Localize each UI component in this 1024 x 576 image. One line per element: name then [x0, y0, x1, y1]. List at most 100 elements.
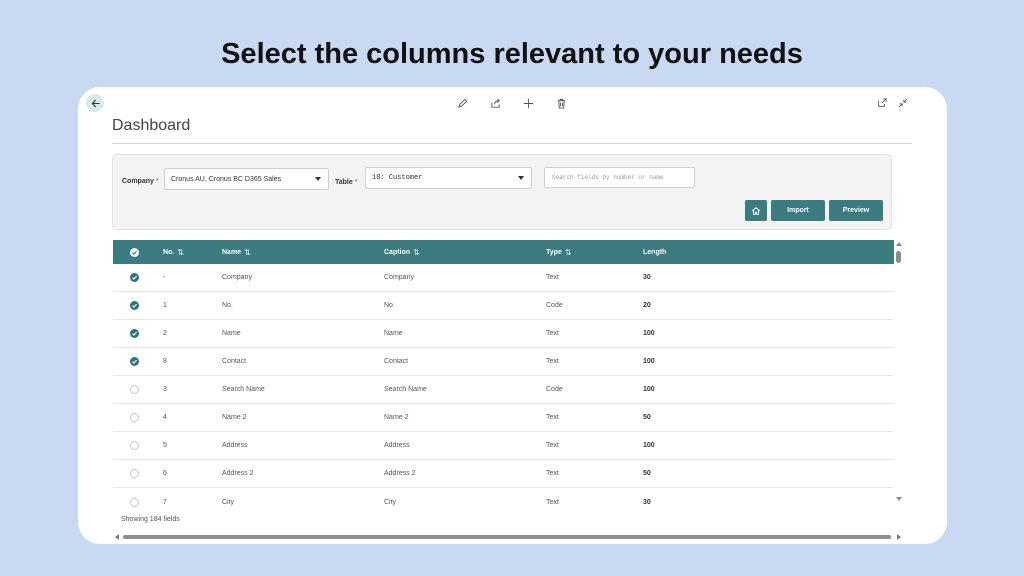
cell-type: Text — [546, 358, 559, 365]
table-row[interactable]: - Company Company Text 30 — [113, 264, 894, 292]
cell-name: Name 2 — [222, 414, 247, 421]
cell-no: 6 — [163, 470, 167, 477]
column-header-label: Name — [222, 248, 242, 256]
cell-no: 1 — [163, 302, 167, 309]
preview-button[interactable]: Preview — [829, 200, 883, 221]
cell-type: Code — [546, 302, 563, 309]
cell-no: - — [163, 274, 166, 281]
cell-name: Search Name — [222, 386, 265, 393]
required-mark: * — [155, 178, 159, 185]
scroll-down-icon[interactable] — [896, 497, 902, 501]
import-button[interactable]: Import — [771, 200, 825, 221]
share-button[interactable] — [489, 97, 501, 109]
column-header-length[interactable]: Length — [643, 240, 666, 264]
headline: Select the columns relevant to your need… — [221, 38, 803, 70]
fields-grid: No. ⇅ Name ⇅ Caption ⇅ Type ⇅ Length - Co… — [113, 240, 894, 516]
row-checkbox[interactable] — [130, 404, 139, 431]
table-row[interactable]: 5 Address Address Text 100 — [113, 432, 894, 460]
field-count: Showing 184 fields — [121, 516, 180, 523]
delete-button[interactable] — [555, 97, 567, 109]
edit-button[interactable] — [456, 97, 468, 109]
table-label-text: Table — [335, 179, 353, 186]
row-checkbox[interactable] — [130, 292, 139, 319]
row-checkbox[interactable] — [130, 460, 139, 487]
table-select-value: 18: Customer — [372, 174, 423, 182]
add-plus-icon — [523, 98, 533, 108]
table-row[interactable]: 3 Search Name Search Name Code 100 — [113, 376, 894, 404]
cell-name: City — [222, 498, 235, 506]
home-button[interactable] — [745, 200, 767, 221]
sort-icon: ⇅ — [244, 247, 251, 257]
row-checkbox[interactable] — [130, 376, 139, 403]
open-new-window-button[interactable] — [876, 97, 888, 109]
column-header-label: No. — [163, 248, 175, 256]
cell-no: 4 — [163, 414, 167, 421]
window-controls — [876, 97, 909, 109]
cell-length: 100 — [643, 330, 655, 337]
table-row[interactable]: 2 Name Name Text 100 — [113, 320, 894, 348]
table-row[interactable]: 7 City City Text 30 — [113, 488, 894, 516]
cell-length: 100 — [643, 358, 655, 365]
checkmark-icon — [130, 357, 139, 366]
row-checkbox[interactable] — [130, 264, 139, 291]
cell-length: 100 — [643, 442, 655, 449]
filter-panel: Company * Cronus AU, Cronus BC D365 Sale… — [112, 154, 892, 230]
select-all-checkbox[interactable] — [130, 240, 139, 264]
sort-icon: ⇅ — [413, 247, 420, 257]
table-row[interactable]: 6 Address 2 Address 2 Text 50 — [113, 460, 894, 488]
row-checkbox[interactable] — [130, 488, 139, 516]
checkmark-icon — [130, 273, 139, 282]
vertical-scrollbar[interactable] — [895, 240, 903, 503]
new-button[interactable] — [522, 97, 534, 109]
checkmark-icon — [130, 329, 139, 338]
cell-caption: Address — [384, 442, 410, 449]
table-select[interactable]: 18: Customer — [365, 167, 532, 189]
column-header-type[interactable]: Type ⇅ — [546, 240, 572, 264]
delete-trash-icon — [557, 98, 565, 109]
collapse-button[interactable] — [897, 97, 909, 109]
chevron-down-icon — [315, 177, 321, 181]
cell-name: No. — [222, 302, 233, 309]
cell-caption: Name 2 — [384, 414, 409, 421]
scroll-thumb[interactable] — [896, 251, 901, 263]
home-icon — [751, 206, 761, 215]
table-row[interactable]: 1 No. No. Code 20 — [113, 292, 894, 320]
field-search-input[interactable] — [544, 167, 695, 188]
scroll-right-icon[interactable] — [897, 534, 901, 540]
column-header-label: Caption — [384, 248, 411, 256]
cell-length: 30 — [643, 274, 651, 281]
cell-caption: Search Name — [384, 386, 427, 393]
page-title: Dashboard — [112, 117, 191, 134]
cell-name: Address 2 — [222, 470, 254, 477]
app-window: Dashboard Company * Cronus AU, Cronus BC… — [78, 87, 947, 544]
cell-name: Company — [222, 274, 252, 281]
column-header-name[interactable]: Name ⇅ — [222, 240, 251, 264]
row-checkbox[interactable] — [130, 348, 139, 375]
company-select[interactable]: Cronus AU, Cronus BC D365 Sales — [164, 168, 329, 190]
row-checkbox[interactable] — [130, 432, 139, 459]
grid-header: No. ⇅ Name ⇅ Caption ⇅ Type ⇅ Length — [113, 240, 894, 264]
cell-caption: City — [384, 498, 397, 506]
column-header-caption[interactable]: Caption ⇅ — [384, 240, 420, 264]
row-checkbox[interactable] — [130, 320, 139, 347]
empty-circle-icon — [130, 469, 139, 478]
empty-circle-icon — [130, 441, 139, 450]
table-row[interactable]: 4 Name 2 Name 2 Text 50 — [113, 404, 894, 432]
table-row[interactable]: 8 Contact Contact Text 100 — [113, 348, 894, 376]
open-new-window-icon — [878, 98, 887, 107]
scroll-up-icon[interactable] — [896, 242, 902, 246]
horizontal-scrollbar[interactable] — [115, 534, 901, 540]
cell-type: Text — [546, 470, 559, 477]
cell-caption: No. — [384, 302, 395, 309]
column-header-no[interactable]: No. ⇅ — [163, 240, 184, 264]
cell-type: Code — [546, 386, 563, 393]
back-button[interactable] — [86, 94, 104, 112]
cell-length: 30 — [643, 498, 651, 506]
cell-caption: Company — [384, 274, 414, 281]
title-divider — [112, 143, 912, 144]
scroll-thumb[interactable] — [123, 535, 891, 539]
cell-no: 5 — [163, 442, 167, 449]
scroll-left-icon[interactable] — [115, 534, 119, 540]
required-mark: * — [354, 179, 358, 186]
cell-length: 100 — [643, 386, 655, 393]
